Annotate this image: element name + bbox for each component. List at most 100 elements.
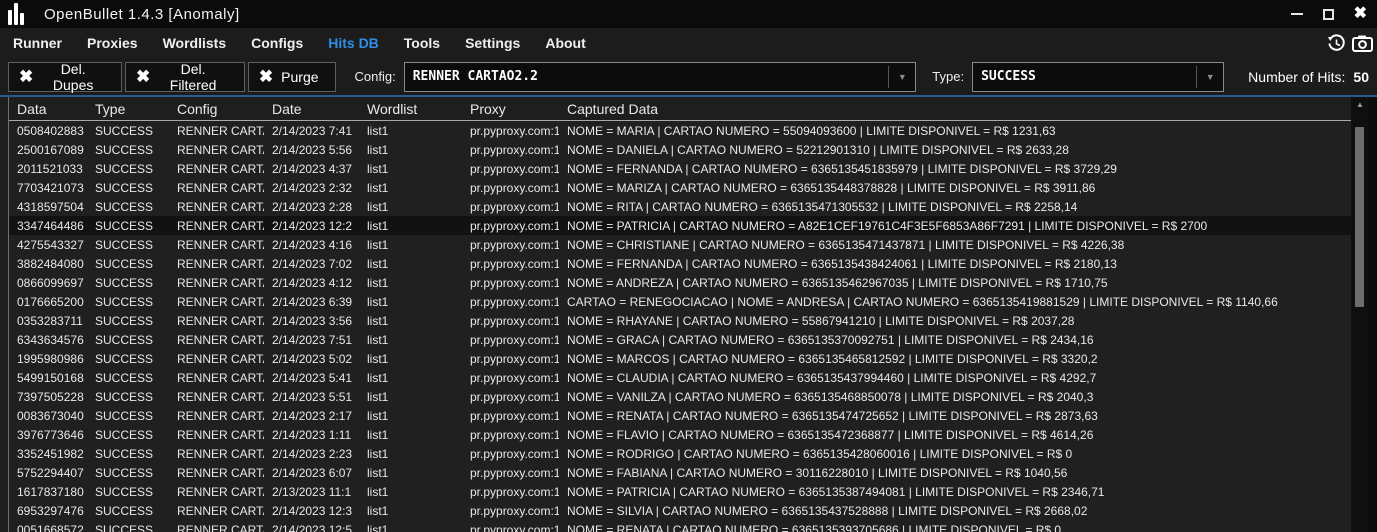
table-row[interactable]: 3976773646SUCCESSRENNER CARTAC2/14/2023 … [9,425,1351,444]
table-row[interactable]: 3882484080SUCCESSRENNER CARTAC2/14/2023 … [9,254,1351,273]
table-row[interactable]: 0176665200SUCCESSRENNER CARTAC2/14/2023 … [9,292,1351,311]
cell-proxy: pr.pyproxy.com:1 [462,333,559,347]
cell-wordlist: list1 [359,162,462,176]
cell-type: SUCCESS [87,390,169,404]
table-row[interactable]: 0508402883SUCCESSRENNER CARTAC2/14/2023 … [9,121,1351,140]
cell-type: SUCCESS [87,447,169,461]
cell-wordlist: list1 [359,200,462,214]
config-dropdown-value: RENNER CARTAO2.2 [405,69,889,84]
cell-captured: CARTAO = RENEGOCIACAO | NOME = ANDRESA |… [559,295,1351,309]
cell-data: 3976773646 [9,428,87,442]
table-row[interactable]: 3347464486SUCCESSRENNER CARTAC2/14/2023 … [9,216,1351,235]
config-dropdown[interactable]: RENNER CARTAO2.2 ▼ [404,62,917,92]
cell-data: 0866099697 [9,276,87,290]
cell-data: 1995980986 [9,352,87,366]
cell-captured: NOME = GRACA | CARTAO NUMERO = 636513537… [559,333,1351,347]
purge-button[interactable]: ✖ Purge [248,62,336,92]
history-icon[interactable] [1327,34,1346,53]
hitsdb-toolbar: ✖ Del. Dupes ✖ Del. Filtered ✖ Purge Con… [0,58,1377,95]
table-row[interactable]: 0866099697SUCCESSRENNER CARTAC2/14/2023 … [9,273,1351,292]
cell-config: RENNER CARTAC [169,390,264,404]
cell-wordlist: list1 [359,238,462,252]
table-row[interactable]: 0051668572SUCCESSRENNER CARTAC2/14/2023 … [9,520,1351,532]
close-icon[interactable]: ✖ [1354,6,1367,22]
cell-type: SUCCESS [87,143,169,157]
table-row[interactable]: 4318597504SUCCESSRENNER CARTAC2/14/2023 … [9,197,1351,216]
cell-proxy: pr.pyproxy.com:1 [462,428,559,442]
cell-proxy: pr.pyproxy.com:1 [462,162,559,176]
cell-captured: NOME = ANDREZA | CARTAO NUMERO = 6365135… [559,276,1351,290]
cell-type: SUCCESS [87,295,169,309]
cell-proxy: pr.pyproxy.com:1 [462,371,559,385]
cell-captured: NOME = RODRIGO | CARTAO NUMERO = 6365135… [559,447,1351,461]
table-row[interactable]: 0083673040SUCCESSRENNER CARTAC2/14/2023 … [9,406,1351,425]
table-row[interactable]: 7703421073SUCCESSRENNER CARTAC2/14/2023 … [9,178,1351,197]
cell-proxy: pr.pyproxy.com:1 [462,276,559,290]
cell-wordlist: list1 [359,352,462,366]
delete-filtered-button[interactable]: ✖ Del. Filtered [125,62,245,92]
cell-type: SUCCESS [87,333,169,347]
minimize-icon[interactable] [1291,13,1303,15]
column-header-captured[interactable]: Captured Data [559,101,1351,117]
table-row[interactable]: 5499150168SUCCESSRENNER CARTAC2/14/2023 … [9,368,1351,387]
number-of-hits-value: 50 [1353,69,1369,85]
maximize-icon[interactable] [1323,9,1334,20]
table-row[interactable]: 4275543327SUCCESSRENNER CARTAC2/14/2023 … [9,235,1351,254]
table-row[interactable]: 2011521033SUCCESSRENNER CARTAC2/14/2023 … [9,159,1351,178]
table-row[interactable]: 0353283711SUCCESSRENNER CARTAC2/14/2023 … [9,311,1351,330]
screenshot-icon[interactable] [1352,34,1373,53]
type-dropdown[interactable]: SUCCESS ▼ [972,62,1224,92]
column-header-data[interactable]: Data [9,101,87,117]
cell-date: 2/14/2023 12:5 [264,523,359,532]
cell-date: 2/14/2023 6:07 [264,466,359,480]
cell-wordlist: list1 [359,466,462,480]
menu-item-about[interactable]: About [545,35,585,51]
menu-item-proxies[interactable]: Proxies [87,35,138,51]
cell-date: 2/14/2023 5:51 [264,390,359,404]
table-row[interactable]: 6343634576SUCCESSRENNER CARTAC2/14/2023 … [9,330,1351,349]
type-dropdown-value: SUCCESS [973,69,1196,84]
table-header-row: DataTypeConfigDateWordlistProxyCaptured … [9,97,1351,121]
cell-captured: NOME = FERNANDA | CARTAO NUMERO = 636513… [559,162,1351,176]
menu-item-settings[interactable]: Settings [465,35,520,51]
cell-type: SUCCESS [87,124,169,138]
cell-captured: NOME = FERNANDA | CARTAO NUMERO = 636513… [559,257,1351,271]
menu-item-wordlists[interactable]: Wordlists [163,35,227,51]
cell-captured: NOME = FABIANA | CARTAO NUMERO = 3011622… [559,466,1351,480]
cell-type: SUCCESS [87,276,169,290]
scrollbar-thumb[interactable] [1355,127,1364,307]
cell-proxy: pr.pyproxy.com:1 [462,295,559,309]
table-row[interactable]: 7397505228SUCCESSRENNER CARTAC2/14/2023 … [9,387,1351,406]
cell-data: 6953297476 [9,504,87,518]
menu-item-hits-db[interactable]: Hits DB [328,35,379,51]
scroll-up-icon[interactable]: ▲ [1351,100,1369,109]
menu-item-tools[interactable]: Tools [404,35,440,51]
menu-item-configs[interactable]: Configs [251,35,303,51]
chevron-down-icon[interactable]: ▼ [889,72,915,82]
cell-data: 4318597504 [9,200,87,214]
cell-config: RENNER CARTAC [169,200,264,214]
cell-data: 0051668572 [9,523,87,532]
cell-proxy: pr.pyproxy.com:1 [462,314,559,328]
cell-config: RENNER CARTAC [169,466,264,480]
delete-dupes-button[interactable]: ✖ Del. Dupes [8,62,122,92]
table-row[interactable]: 6953297476SUCCESSRENNER CARTAC2/14/2023 … [9,501,1351,520]
chevron-down-icon[interactable]: ▼ [1197,72,1223,82]
table-row[interactable]: 1995980986SUCCESSRENNER CARTAC2/14/2023 … [9,349,1351,368]
column-header-wordlist[interactable]: Wordlist [359,101,462,117]
column-header-type[interactable]: Type [87,101,169,117]
cell-config: RENNER CARTAC [169,504,264,518]
column-header-config[interactable]: Config [169,101,264,117]
table-row[interactable]: 1617837180SUCCESSRENNER CARTAC2/13/2023 … [9,482,1351,501]
table-row[interactable]: 2500167089SUCCESSRENNER CARTAC2/14/2023 … [9,140,1351,159]
vertical-scrollbar[interactable]: ▲ [1351,97,1369,532]
table-row[interactable]: 3352451982SUCCESSRENNER CARTAC2/14/2023 … [9,444,1351,463]
column-header-proxy[interactable]: Proxy [462,101,559,117]
number-of-hits-label: Number of Hits: [1248,69,1345,85]
menu-item-runner[interactable]: Runner [13,35,62,51]
cell-config: RENNER CARTAC [169,428,264,442]
menu-bar: Runner Proxies Wordlists Configs Hits DB Tool… [0,28,1377,58]
column-header-date[interactable]: Date [264,101,359,117]
table-row[interactable]: 5752294407SUCCESSRENNER CARTAC2/14/2023 … [9,463,1351,482]
delete-filtered-label: Del. Filtered [158,61,228,93]
